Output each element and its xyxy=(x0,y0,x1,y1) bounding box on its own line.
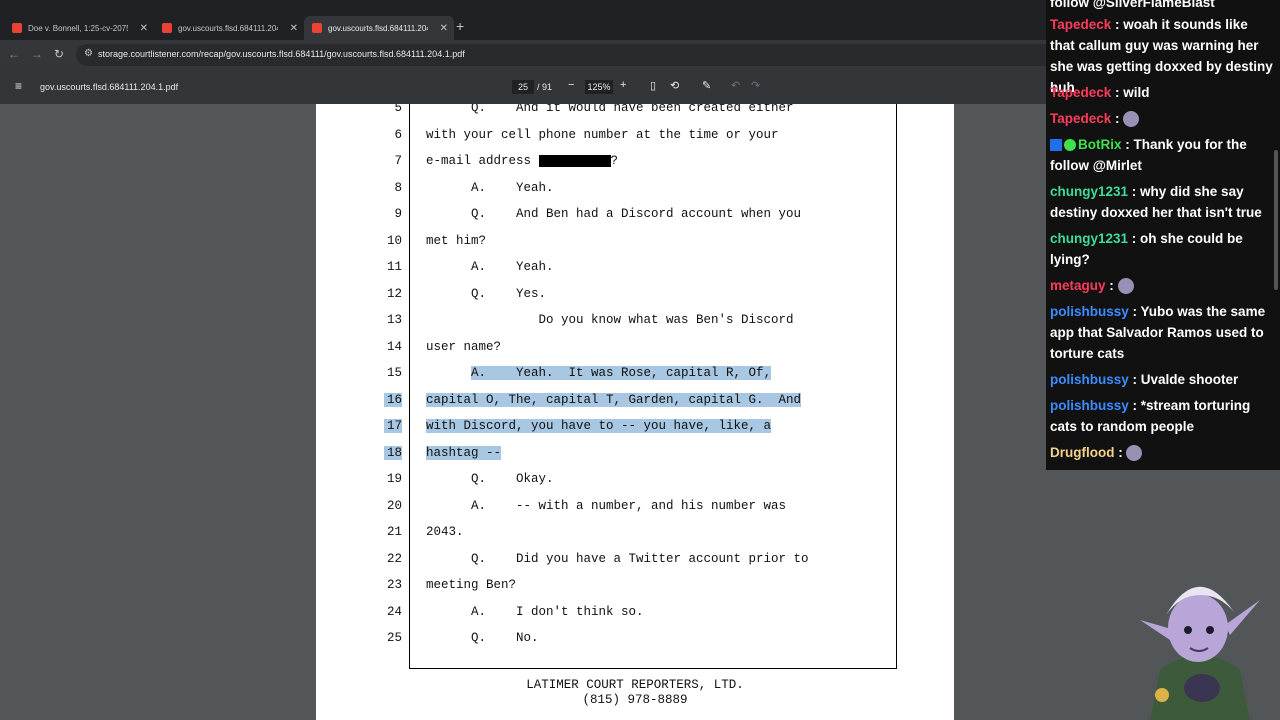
transcript-line: 9 Q. And Ben had a Discord account when … xyxy=(394,207,802,221)
chat-message: metaguy : xyxy=(1050,275,1276,296)
pdf-favicon-icon xyxy=(12,23,22,33)
pdf-page: 5 Q. And it would have been created eith… xyxy=(316,104,954,720)
chat-username: Tapedeck xyxy=(1050,17,1112,32)
transcript-line: 21 2043. xyxy=(386,525,464,539)
fit-page-icon[interactable]: ▯ xyxy=(650,79,656,92)
redaction-bar xyxy=(538,154,611,167)
page-total: / 91 xyxy=(537,82,553,92)
bot-badge-icon xyxy=(1050,139,1062,152)
court-reporter-phone: (815) 978-8889 xyxy=(582,693,688,707)
transcript-line: 13 Do you know what was Ben's Discord xyxy=(386,313,794,327)
chat-message: Drugflood : xyxy=(1050,442,1276,463)
transcript-line-selected[interactable]: 17 with Discord, you have to -- you have,… xyxy=(316,419,954,441)
url-text: storage.courtlistener.com/recap/gov.usco… xyxy=(98,49,465,59)
undo-icon[interactable]: ↶ xyxy=(731,79,740,92)
transcript-line: 10 met him? xyxy=(386,234,487,248)
transcript-line: 20 A. -- with a number, and his number w… xyxy=(386,499,787,513)
forward-arrow-icon[interactable]: → xyxy=(31,47,43,61)
annotate-icon[interactable]: ✎ xyxy=(702,79,711,92)
browser-tab-doe-v-bonnell[interactable]: Doe v. Bonnell, 1:25-cv-20757 - ✕ xyxy=(4,16,154,40)
pdf-filename: gov.uscourts.flsd.684111.204.1.pdf xyxy=(40,82,179,92)
transcript-line-selected[interactable]: 18 hashtag -- xyxy=(316,446,954,468)
court-reporter-name: LATIMER COURT REPORTERS, LTD. xyxy=(526,678,744,692)
transcript-line: 25 Q. No. xyxy=(386,631,539,645)
transcript-line: 6 with your cell phone number at the time… xyxy=(394,128,779,142)
tab-title: gov.uscourts.flsd.684111.204.1. xyxy=(328,23,428,33)
transcript-line: 19 Q. Okay. xyxy=(386,472,554,486)
chat-username: Tapedeck xyxy=(1050,85,1112,100)
rotate-icon[interactable]: ⟲ xyxy=(670,79,679,92)
zoom-level-input[interactable]: 125% xyxy=(585,80,613,94)
streamer-avatar xyxy=(1140,586,1260,720)
transcript-line: 5 Q. And it would have been created eith… xyxy=(394,104,794,115)
stream-chat: follow @SilverFlameBlast Tapedeck : woah… xyxy=(1046,0,1280,470)
chat-message: Tapedeck : wild xyxy=(1050,85,1150,100)
chat-message: polishbussy : Yubo was the same app that… xyxy=(1050,304,1266,361)
transcript-line: 8 A. Yeah. xyxy=(394,181,554,195)
chat-username: chungy1231 xyxy=(1050,184,1129,199)
chat-username: BotRix xyxy=(1078,137,1122,152)
close-tab-icon[interactable]: ✕ xyxy=(440,23,448,34)
chat-message: BotRix : Thank you for the follow @Mirle… xyxy=(1050,137,1247,173)
address-bar[interactable]: ⚙ storage.courtlistener.com/recap/gov.us… xyxy=(76,44,1076,66)
chat-username: polishbussy xyxy=(1050,398,1129,413)
transcript-line: 7 e-mail address ? xyxy=(394,154,619,168)
menu-icon[interactable]: ≡ xyxy=(15,79,22,93)
emote-icon xyxy=(1117,278,1134,295)
transcript-line: 22 Q. Did you have a Twitter account pri… xyxy=(386,552,809,566)
new-tab-icon[interactable]: + xyxy=(456,18,464,34)
emote-icon xyxy=(1123,111,1140,128)
zoom-in-icon[interactable]: + xyxy=(620,79,626,91)
site-info-icon[interactable]: ⚙ xyxy=(84,48,93,59)
redo-icon[interactable]: ↷ xyxy=(751,79,760,92)
browser-tab-pdf-1[interactable]: gov.uscourts.flsd.684111.204.1. ✕ xyxy=(304,16,454,40)
chat-message: polishbussy : *stream torturing cats to … xyxy=(1050,398,1251,434)
chat-username: polishbussy xyxy=(1050,304,1129,319)
back-arrow-icon[interactable]: ← xyxy=(8,47,20,61)
emote-icon xyxy=(1126,445,1143,462)
transcript-line: 14 user name? xyxy=(386,340,502,354)
chat-message: Tapedeck : xyxy=(1050,108,1276,129)
transcript-line-selected[interactable]: 15 A. Yeah. It was Rose, capital R, Of, xyxy=(316,366,954,388)
tab-title: Doe v. Bonnell, 1:25-cv-20757 - xyxy=(28,23,128,33)
chat-message: chungy1231 : why did she say destiny dox… xyxy=(1050,184,1262,220)
transcript-line: 11 A. Yeah. xyxy=(386,260,554,274)
chat-message: follow @SilverFlameBlast xyxy=(1050,0,1215,10)
tab-title: gov.uscourts.flsd.684111.204.0. xyxy=(178,23,278,33)
chat-username: metaguy xyxy=(1050,278,1106,293)
pdf-favicon-icon xyxy=(312,23,322,33)
chat-username: polishbussy xyxy=(1050,372,1129,387)
transcript-line-selected[interactable]: 16 capital O, The, capital T, Garden, cap… xyxy=(316,393,954,415)
chat-username: Tapedeck xyxy=(1050,111,1112,126)
chat-username: Drugflood xyxy=(1050,445,1115,460)
chat-username: chungy1231 xyxy=(1050,231,1129,246)
browser-tab-pdf-0[interactable]: gov.uscourts.flsd.684111.204.0. ✕ xyxy=(154,16,304,40)
chat-message: chungy1231 : oh she could be lying? xyxy=(1050,231,1243,267)
chat-message: polishbussy : Uvalde shooter xyxy=(1050,372,1239,387)
close-tab-icon[interactable]: ✕ xyxy=(140,23,148,34)
chat-scrollbar[interactable] xyxy=(1274,150,1278,290)
transcript-line: 23 meeting Ben? xyxy=(386,578,517,592)
reload-icon[interactable]: ↻ xyxy=(54,47,64,61)
close-tab-icon[interactable]: ✕ xyxy=(290,23,298,34)
transcript-line: 12 Q. Yes. xyxy=(386,287,547,301)
page-number-input[interactable]: 25 xyxy=(512,80,534,94)
pdf-favicon-icon xyxy=(162,23,172,33)
zoom-out-icon[interactable]: − xyxy=(568,79,574,91)
verified-badge-icon xyxy=(1064,139,1076,152)
transcript-line: 24 A. I don't think so. xyxy=(386,605,644,619)
